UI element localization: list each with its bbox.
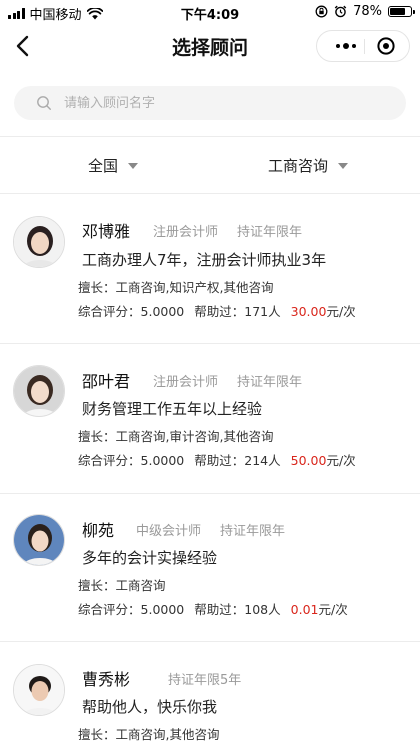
search-icon <box>37 96 51 110</box>
score-label: 综合评分： <box>78 304 141 319</box>
helped-label: 帮助过： <box>194 602 245 617</box>
capsule-divider <box>364 39 365 54</box>
score-label: 综合评分： <box>78 602 141 617</box>
battery-percent: 78% <box>353 4 382 19</box>
advisor-card[interactable]: 邵叶君 注册会计师 持证年限年 财务管理工作五年以上经验 擅长：工商咨询,审计咨… <box>0 344 420 492</box>
advisor-card[interactable]: 曹秀彬 持证年限5年 帮助他人，快乐你我 擅长：工商咨询,其他咨询 <box>0 642 420 747</box>
search-bar[interactable] <box>14 86 406 120</box>
more-icon[interactable] <box>329 31 363 61</box>
advisor-title-tag: 中级会计师 <box>136 524 202 539</box>
score-value: 5.0000 <box>140 602 185 617</box>
advisor-years-tag: 持证年限年 <box>237 375 303 390</box>
mini-program-capsule <box>316 30 410 62</box>
navigation-bar: 选择顾问 <box>0 24 420 68</box>
advisor-specialty: 擅长：工商咨询,知识产权,其他咨询 <box>78 280 274 295</box>
price-value: 50.00 <box>290 453 327 468</box>
advisor-stats: 综合评分：5.0000 帮助过：171人 30.00元/次 <box>78 301 356 320</box>
advisor-specialty: 擅长：工商咨询 <box>78 578 166 593</box>
orientation-lock-icon <box>315 5 328 18</box>
advisor-intro: 帮助他人，快乐你我 <box>82 698 218 716</box>
battery-icon <box>388 6 415 17</box>
price-unit: 元/次 <box>318 602 348 617</box>
advisor-card[interactable]: 邓博雅 注册会计师 持证年限年 工商办理人7年，注册会计师执业3年 擅长：工商咨… <box>0 194 420 342</box>
status-bar-right: 78% <box>315 4 415 19</box>
advisor-name: 邵叶君 <box>82 372 131 391</box>
advisor-years-tag: 持证年限5年 <box>168 673 242 688</box>
advisor-intro: 多年的会计实操经验 <box>82 549 218 567</box>
status-bar: 中国移动 下午4:09 78% <box>0 0 420 24</box>
advisor-years-tag: 持证年限年 <box>237 225 303 240</box>
advisor-specialty: 擅长：工商咨询,其他咨询 <box>78 727 220 742</box>
advisor-name: 邓博雅 <box>82 222 131 241</box>
advisor-years-tag: 持证年限年 <box>220 524 286 539</box>
price-unit: 元/次 <box>326 304 356 319</box>
region-filter-label: 全国 <box>88 157 119 175</box>
helped-label: 帮助过： <box>194 453 245 468</box>
caret-down-icon <box>128 162 139 169</box>
price-value: 30.00 <box>290 304 327 319</box>
advisor-title-tag: 注册会计师 <box>153 225 219 240</box>
score-value: 5.0000 <box>140 453 185 468</box>
helped-value: 171人 <box>244 304 281 319</box>
advisor-avatar <box>13 216 65 268</box>
search-input[interactable] <box>64 86 384 120</box>
price-value: 0.01 <box>290 602 319 617</box>
advisor-title-tag: 注册会计师 <box>153 375 219 390</box>
advisor-avatar <box>13 514 65 566</box>
advisor-intro: 工商办理人7年，注册会计师执业3年 <box>82 251 327 269</box>
advisor-stats: 综合评分：5.0000 帮助过：214人 50.00元/次 <box>78 450 356 469</box>
helped-value: 214人 <box>244 453 281 468</box>
alarm-icon <box>334 5 347 18</box>
advisor-specialty: 擅长：工商咨询,审计咨询,其他咨询 <box>78 429 274 444</box>
region-filter[interactable]: 全国 <box>88 155 139 176</box>
caret-down-icon <box>338 162 349 169</box>
category-filter[interactable]: 工商咨询 <box>268 155 349 176</box>
score-value: 5.0000 <box>140 304 185 319</box>
category-filter-label: 工商咨询 <box>268 157 329 175</box>
advisor-avatar <box>13 664 65 716</box>
advisor-intro: 财务管理工作五年以上经验 <box>82 400 263 418</box>
back-arrow-icon[interactable] <box>10 32 38 60</box>
close-miniprogram-icon[interactable] <box>377 37 395 55</box>
helped-label: 帮助过： <box>194 304 245 319</box>
score-label: 综合评分： <box>78 453 141 468</box>
advisor-avatar <box>13 365 65 417</box>
divider <box>0 136 420 137</box>
advisor-stats: 综合评分：5.0000 帮助过：108人 0.01元/次 <box>78 599 348 618</box>
helped-value: 108人 <box>244 602 281 617</box>
advisor-name: 柳苑 <box>82 521 115 540</box>
advisor-card[interactable]: 柳苑 中级会计师 持证年限年 多年的会计实操经验 擅长：工商咨询 综合评分：5.… <box>0 494 420 640</box>
price-unit: 元/次 <box>326 453 356 468</box>
advisor-name: 曹秀彬 <box>82 670 131 689</box>
